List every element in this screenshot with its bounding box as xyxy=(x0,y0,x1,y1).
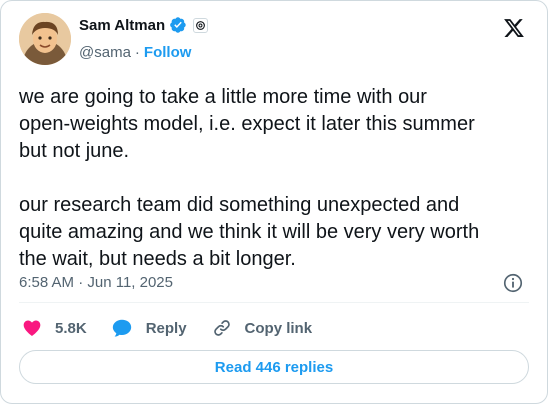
tweet-timestamp[interactable]: 6:58 AM · Jun 11, 2025 xyxy=(19,274,173,291)
openai-logo-icon[interactable] xyxy=(193,17,209,33)
author-handle[interactable]: @sama xyxy=(79,44,131,61)
tweet-text: we are going to take a little more time … xyxy=(19,86,480,270)
follow-button[interactable]: Follow xyxy=(144,44,192,61)
speech-bubble-icon xyxy=(112,319,131,337)
like-count: 5.8K xyxy=(55,319,87,337)
reply-label: Reply xyxy=(145,319,187,337)
x-logo-icon[interactable] xyxy=(503,17,525,39)
like-button[interactable]: 5.8K xyxy=(22,318,87,338)
author-display-name[interactable]: Sam Altman xyxy=(79,17,165,34)
info-icon[interactable] xyxy=(502,272,524,294)
reply-button[interactable]: Reply xyxy=(111,317,187,339)
action-bar: 5.8K Reply Copy link xyxy=(19,317,312,339)
read-replies-button[interactable]: Read 446 replies xyxy=(19,350,529,384)
link-icon xyxy=(213,320,230,336)
copy-link-button[interactable]: Copy link xyxy=(212,318,313,338)
verified-badge-icon xyxy=(170,17,186,33)
author-handle-row: @sama · Follow xyxy=(79,44,191,61)
copy-link-label: Copy link xyxy=(244,319,313,337)
avatar[interactable] xyxy=(19,13,71,65)
separator-dot: · xyxy=(134,44,140,61)
avatar-illustration xyxy=(19,13,71,65)
divider xyxy=(19,302,529,303)
heart-icon xyxy=(23,320,41,336)
read-replies-label: Read 446 replies xyxy=(214,358,334,376)
tweet-card: Sam Altman @sama · Follow we are going t… xyxy=(0,0,548,404)
author-name-row: Sam Altman xyxy=(79,16,209,34)
